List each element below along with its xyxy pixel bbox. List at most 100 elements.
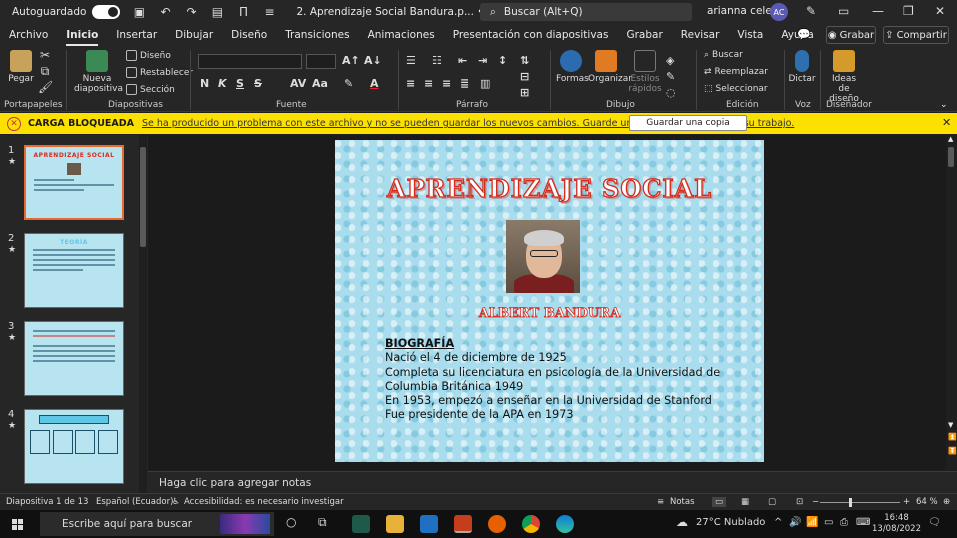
weather-icon[interactable]: ☁ bbox=[676, 515, 688, 529]
copy-icon[interactable]: ⧉ bbox=[38, 64, 52, 78]
shapes-button[interactable]: Formas bbox=[556, 50, 589, 84]
avatar[interactable]: AC bbox=[770, 3, 788, 21]
ribbon-display-icon[interactable]: ▭ bbox=[838, 4, 849, 18]
italic-icon[interactable]: K bbox=[218, 77, 227, 90]
autosave-toggle[interactable] bbox=[92, 5, 121, 19]
tab-transiciones[interactable]: Transiciones bbox=[276, 24, 358, 46]
task-view-icon[interactable]: ⧉ bbox=[318, 515, 327, 530]
bold-icon[interactable]: N bbox=[200, 77, 209, 90]
decrease-indent-icon[interactable]: ⇤ bbox=[458, 54, 467, 67]
language-indicator[interactable]: Español (Ecuador) bbox=[96, 497, 173, 507]
scrollbar-thumb[interactable] bbox=[140, 147, 146, 247]
replace-button[interactable]: ⇄ Reemplazar bbox=[704, 67, 768, 77]
align-right-icon[interactable]: ≡ bbox=[442, 77, 451, 90]
minimize-icon[interactable]: — bbox=[872, 4, 884, 18]
find-button[interactable]: ⌕ Buscar bbox=[704, 50, 743, 60]
present-icon[interactable]: ▤ bbox=[210, 5, 224, 19]
section-button[interactable]: Sección bbox=[126, 84, 175, 95]
zoom-in-icon[interactable]: + bbox=[903, 497, 910, 507]
slide-thumbnail[interactable]: APRENDIZAJE SOCIAL bbox=[24, 145, 124, 220]
network-icon[interactable]: 📶 bbox=[806, 517, 818, 528]
edge-icon[interactable] bbox=[556, 515, 574, 533]
scroll-down-icon[interactable]: ▼ bbox=[948, 421, 953, 429]
notifications-icon[interactable]: 🗨 bbox=[928, 517, 941, 528]
slide-thumbnail[interactable] bbox=[24, 321, 124, 396]
bullets-icon[interactable]: ☰ bbox=[406, 54, 416, 67]
next-slide-icon[interactable]: ⏬ bbox=[948, 447, 957, 455]
pen-icon[interactable]: ✎ bbox=[806, 4, 816, 18]
normal-view-icon[interactable]: ▭ bbox=[712, 497, 727, 507]
scroll-up-icon[interactable]: ▲ bbox=[948, 135, 953, 143]
strikethrough-icon[interactable]: S bbox=[254, 77, 262, 90]
change-case-icon[interactable]: Aa bbox=[312, 77, 328, 90]
save-copy-button[interactable]: Guardar una copia bbox=[629, 115, 747, 131]
align-center-icon[interactable]: ≡ bbox=[424, 77, 433, 90]
record-button[interactable]: ◉ Grabar bbox=[826, 26, 876, 44]
slideshow-icon[interactable]: ⊡ bbox=[796, 497, 803, 507]
zoom-out-icon[interactable]: − bbox=[812, 497, 819, 507]
scrollbar-thumb[interactable] bbox=[948, 147, 954, 167]
new-slide-button[interactable]: Nueva diapositiva bbox=[74, 50, 123, 94]
fit-to-window-icon[interactable]: ⊕ bbox=[943, 497, 950, 507]
design-ideas-button[interactable]: Ideas de diseño bbox=[826, 50, 862, 104]
zoom-slider[interactable] bbox=[820, 502, 900, 503]
weather-text[interactable]: 27°C Nublado bbox=[696, 517, 765, 528]
restore-icon[interactable]: ❐ bbox=[903, 4, 914, 18]
prev-slide-icon[interactable]: ⏫ bbox=[948, 433, 957, 441]
search-box[interactable]: ⌕ Buscar (Alt+Q) bbox=[480, 3, 692, 21]
tab-vista[interactable]: Vista bbox=[728, 24, 772, 46]
notes-toggle[interactable]: Notas bbox=[670, 497, 695, 507]
taskbar-search[interactable]: Escribe aquí para buscar bbox=[40, 512, 274, 536]
clock[interactable]: 16:48 13/08/2022 bbox=[872, 513, 921, 535]
thumbnails-scrollbar[interactable] bbox=[139, 135, 147, 493]
select-button[interactable]: ⬚ Seleccionar bbox=[704, 84, 768, 94]
undo-icon[interactable]: ↶ bbox=[158, 5, 172, 19]
tab-presentacion[interactable]: Presentación con diapositivas bbox=[444, 24, 618, 46]
zoom-level[interactable]: 64 % bbox=[916, 497, 938, 507]
show-hidden-icons-icon[interactable]: ^ bbox=[774, 517, 782, 528]
collapse-ribbon-icon[interactable]: ⌄ bbox=[940, 100, 948, 110]
slide[interactable]: APRENDIZAJE SOCIAL ALBERT BANDURA BIOGRA… bbox=[335, 140, 764, 462]
mail-icon[interactable] bbox=[420, 515, 438, 533]
volume-icon[interactable]: 🔊 bbox=[789, 517, 801, 528]
save-icon[interactable]: ▣ bbox=[132, 5, 146, 19]
tab-revisar[interactable]: Revisar bbox=[672, 24, 729, 46]
quick-styles-button[interactable]: Estilos rápidos bbox=[628, 50, 662, 94]
firefox-icon[interactable] bbox=[488, 515, 506, 533]
font-family-select[interactable] bbox=[198, 54, 302, 69]
align-text-icon[interactable]: ⊟ bbox=[520, 70, 529, 83]
grow-font-icon[interactable]: A↑ bbox=[342, 54, 360, 67]
paste-button[interactable]: Pegar bbox=[6, 50, 36, 84]
battery-icon[interactable]: ▭ bbox=[824, 517, 833, 528]
language-icon[interactable]: ⌨ bbox=[856, 517, 870, 528]
slide-thumbnail[interactable]: TEORÍA bbox=[24, 233, 124, 308]
bandura-portrait[interactable] bbox=[506, 220, 580, 293]
increase-indent-icon[interactable]: ⇥ bbox=[478, 54, 487, 67]
smartart-icon[interactable]: ⊞ bbox=[520, 86, 529, 99]
tab-grabar[interactable]: Grabar bbox=[617, 24, 671, 46]
reading-view-icon[interactable]: ▢ bbox=[768, 497, 776, 507]
spacing-icon[interactable]: AV bbox=[290, 77, 306, 90]
file-explorer-icon[interactable] bbox=[386, 515, 404, 533]
app-icon[interactable] bbox=[352, 515, 370, 533]
cut-icon[interactable]: ✂ bbox=[38, 48, 52, 62]
line-spacing-icon[interactable]: ↕ bbox=[498, 54, 507, 67]
dictate-button[interactable]: Dictar bbox=[788, 50, 816, 84]
zoom-slider-knob[interactable] bbox=[849, 498, 852, 507]
text-format-icon[interactable]: Π bbox=[236, 5, 250, 19]
chrome-icon[interactable] bbox=[522, 515, 540, 533]
redo-icon[interactable]: ↷ bbox=[184, 5, 198, 19]
tab-archivo[interactable]: Archivo bbox=[0, 24, 57, 46]
start-icon[interactable] bbox=[12, 519, 23, 530]
slide-sorter-icon[interactable]: ▦ bbox=[741, 497, 749, 507]
shape-outline-icon[interactable]: ✎ bbox=[666, 70, 675, 83]
layout-button[interactable]: Diseño bbox=[126, 50, 171, 61]
editor-scrollbar[interactable]: ▲ ▼ ⏫ ⏬ bbox=[946, 135, 957, 470]
slide-subtitle[interactable]: ALBERT BANDURA bbox=[335, 306, 764, 322]
justify-icon[interactable]: ≣ bbox=[460, 77, 469, 90]
slide-title[interactable]: APRENDIZAJE SOCIAL bbox=[335, 173, 764, 203]
text-direction-icon[interactable]: ⇅ bbox=[520, 54, 529, 67]
arrange-button[interactable]: Organizar bbox=[588, 50, 632, 84]
font-color-icon[interactable]: A bbox=[370, 77, 379, 90]
tab-dibujar[interactable]: Dibujar bbox=[166, 24, 222, 46]
